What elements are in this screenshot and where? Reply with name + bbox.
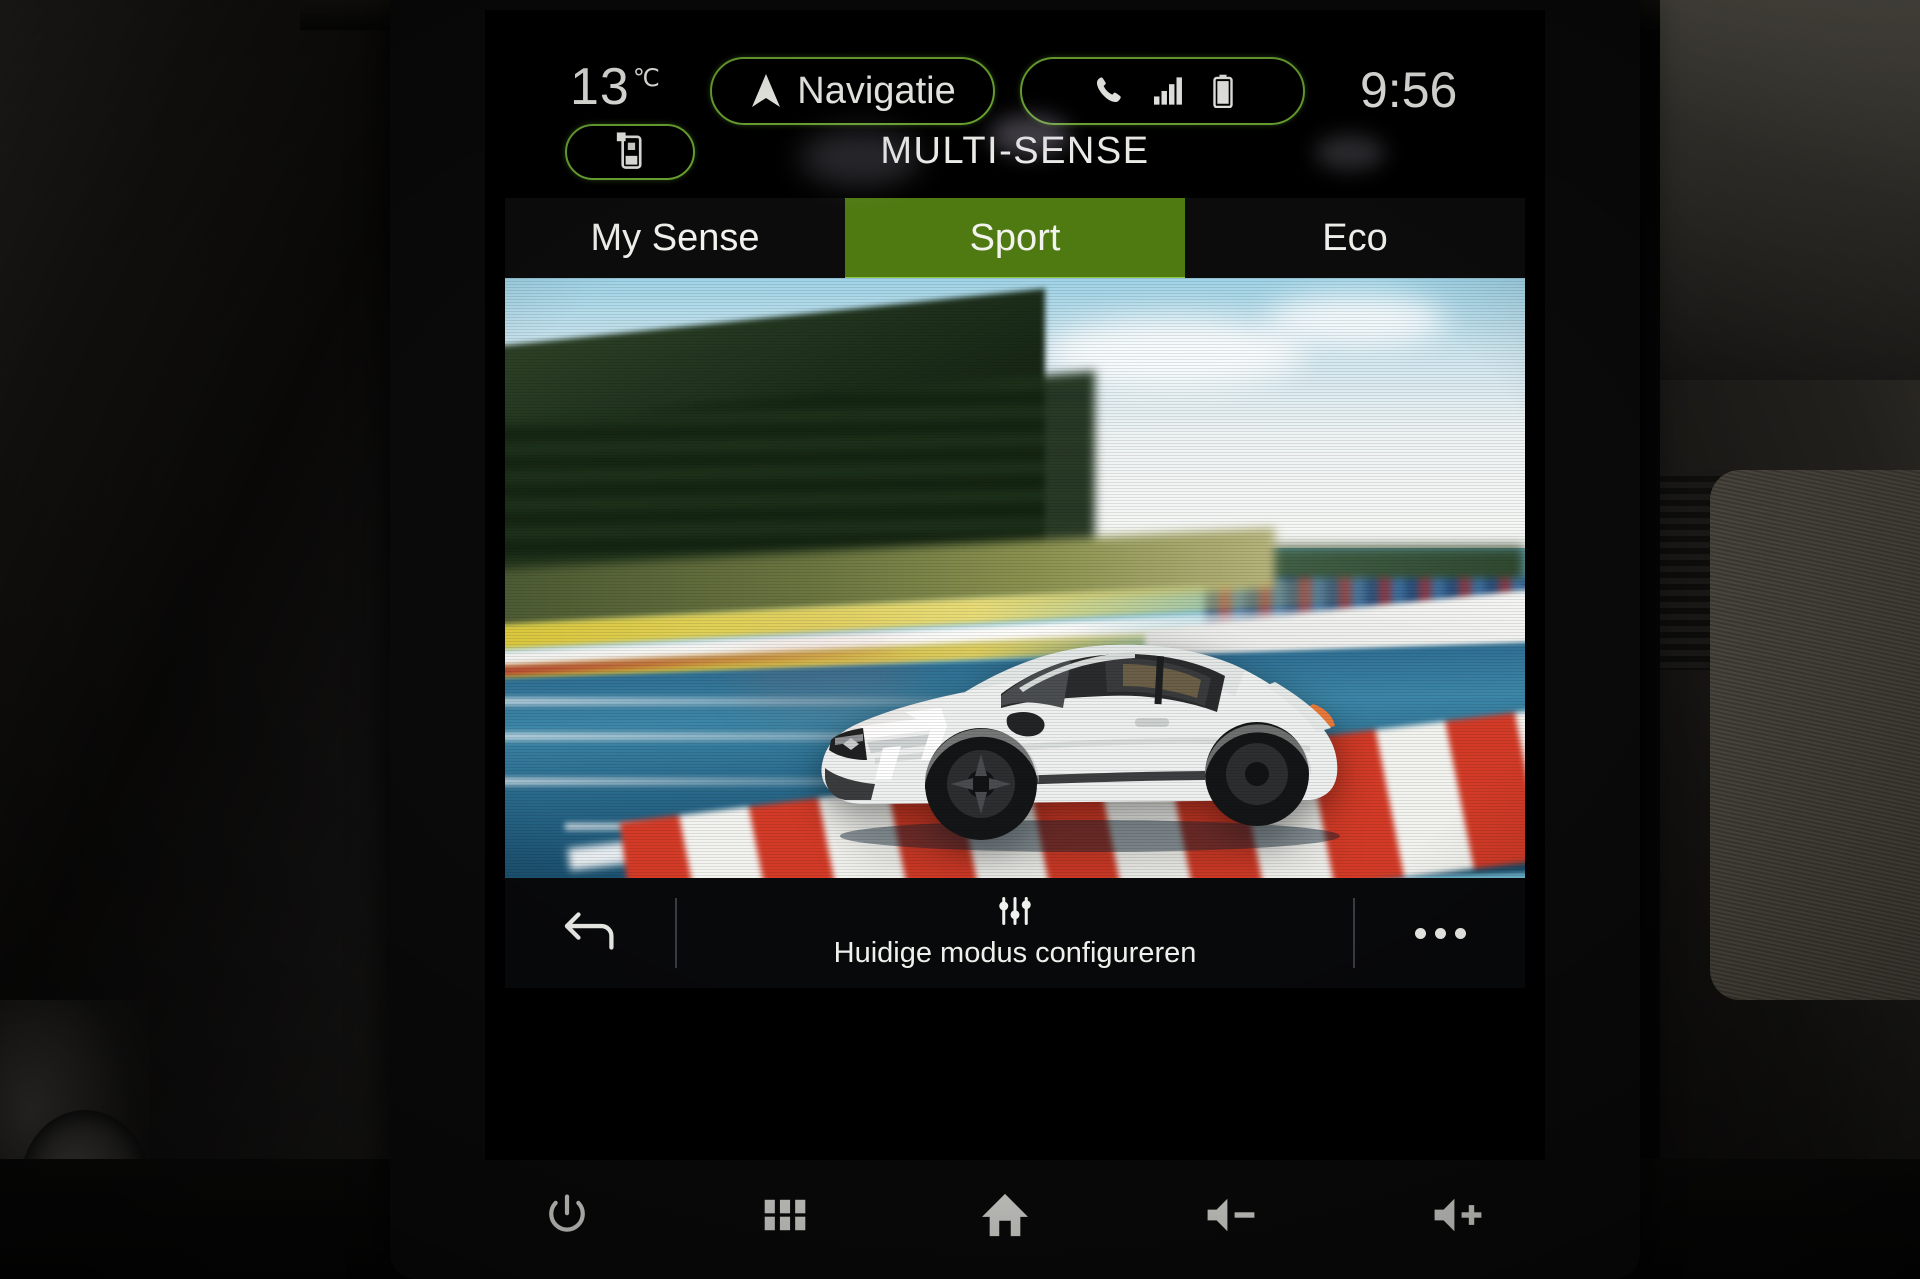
page-title: MULTI-SENSE: [880, 130, 1150, 172]
volume-down-icon: [1204, 1195, 1258, 1240]
infotainment-screen: 13 ℃ Navigatie 9:56 MULTI-SENSE My Sense…: [485, 10, 1545, 1160]
head-unit-bezel: 13 ℃ Navigatie 9:56 MULTI-SENSE My Sense…: [390, 0, 1640, 1279]
navigation-arrow-icon: [749, 72, 783, 110]
tab-sport[interactable]: Sport: [845, 198, 1185, 283]
volume-up-icon: [1431, 1195, 1485, 1240]
home-button[interactable]: [980, 1192, 1030, 1243]
battery-icon: [1212, 74, 1234, 108]
grid-apps-icon: [763, 1198, 807, 1237]
temperature-unit: ℃: [632, 64, 661, 92]
tab-eco-label: Eco: [1322, 216, 1388, 259]
dash-right-textured-panel: [1710, 470, 1920, 1000]
configure-current-mode-label: Huidige modus configureren: [833, 937, 1197, 969]
status-bar: 13 ℃ Navigatie 9:56: [485, 35, 1545, 125]
tab-eco[interactable]: Eco: [1185, 198, 1525, 278]
volume-up-button[interactable]: [1431, 1195, 1485, 1240]
car-illustration: [805, 608, 1365, 858]
connectivity-status-pill[interactable]: [1020, 57, 1305, 125]
hardware-button-row: [485, 1162, 1545, 1272]
clock: 9:56: [1360, 62, 1458, 118]
mode-tab-bar: My Sense Sport Eco: [505, 198, 1525, 283]
sliders-icon: [998, 896, 1032, 931]
phone-handset-icon: [1092, 74, 1126, 108]
dash-right-upper-trim: [1660, 0, 1920, 380]
more-options-icon: [1414, 927, 1466, 939]
power-icon: [545, 1193, 589, 1242]
signal-bars-icon: [1152, 76, 1186, 106]
power-button[interactable]: [545, 1193, 589, 1242]
home-icon: [980, 1192, 1030, 1243]
outside-temperature: 13 ℃: [570, 57, 661, 117]
navigation-button-label: Navigatie: [797, 69, 956, 112]
tab-my-sense-label: My Sense: [590, 216, 760, 259]
volume-down-button[interactable]: [1204, 1195, 1258, 1240]
dash-left-upper-trim: [0, 0, 400, 210]
mode-hero-image: [505, 278, 1525, 878]
apps-button[interactable]: [763, 1198, 807, 1237]
back-button[interactable]: [505, 907, 675, 960]
tab-my-sense[interactable]: My Sense: [505, 198, 845, 278]
cloud: [1265, 296, 1445, 346]
dashboard-surround: 13 ℃ Navigatie 9:56 MULTI-SENSE My Sense…: [0, 0, 1920, 1279]
temperature-value: 13: [570, 58, 630, 116]
header-row: MULTI-SENSE: [485, 122, 1545, 184]
navigation-button[interactable]: Navigatie: [710, 57, 995, 125]
back-arrow-icon: [562, 907, 618, 960]
action-bar: Huidige modus configureren: [505, 878, 1525, 988]
tab-sport-label: Sport: [969, 216, 1061, 259]
more-options-button[interactable]: [1355, 927, 1525, 939]
configure-current-mode-button[interactable]: Huidige modus configureren: [677, 896, 1353, 970]
